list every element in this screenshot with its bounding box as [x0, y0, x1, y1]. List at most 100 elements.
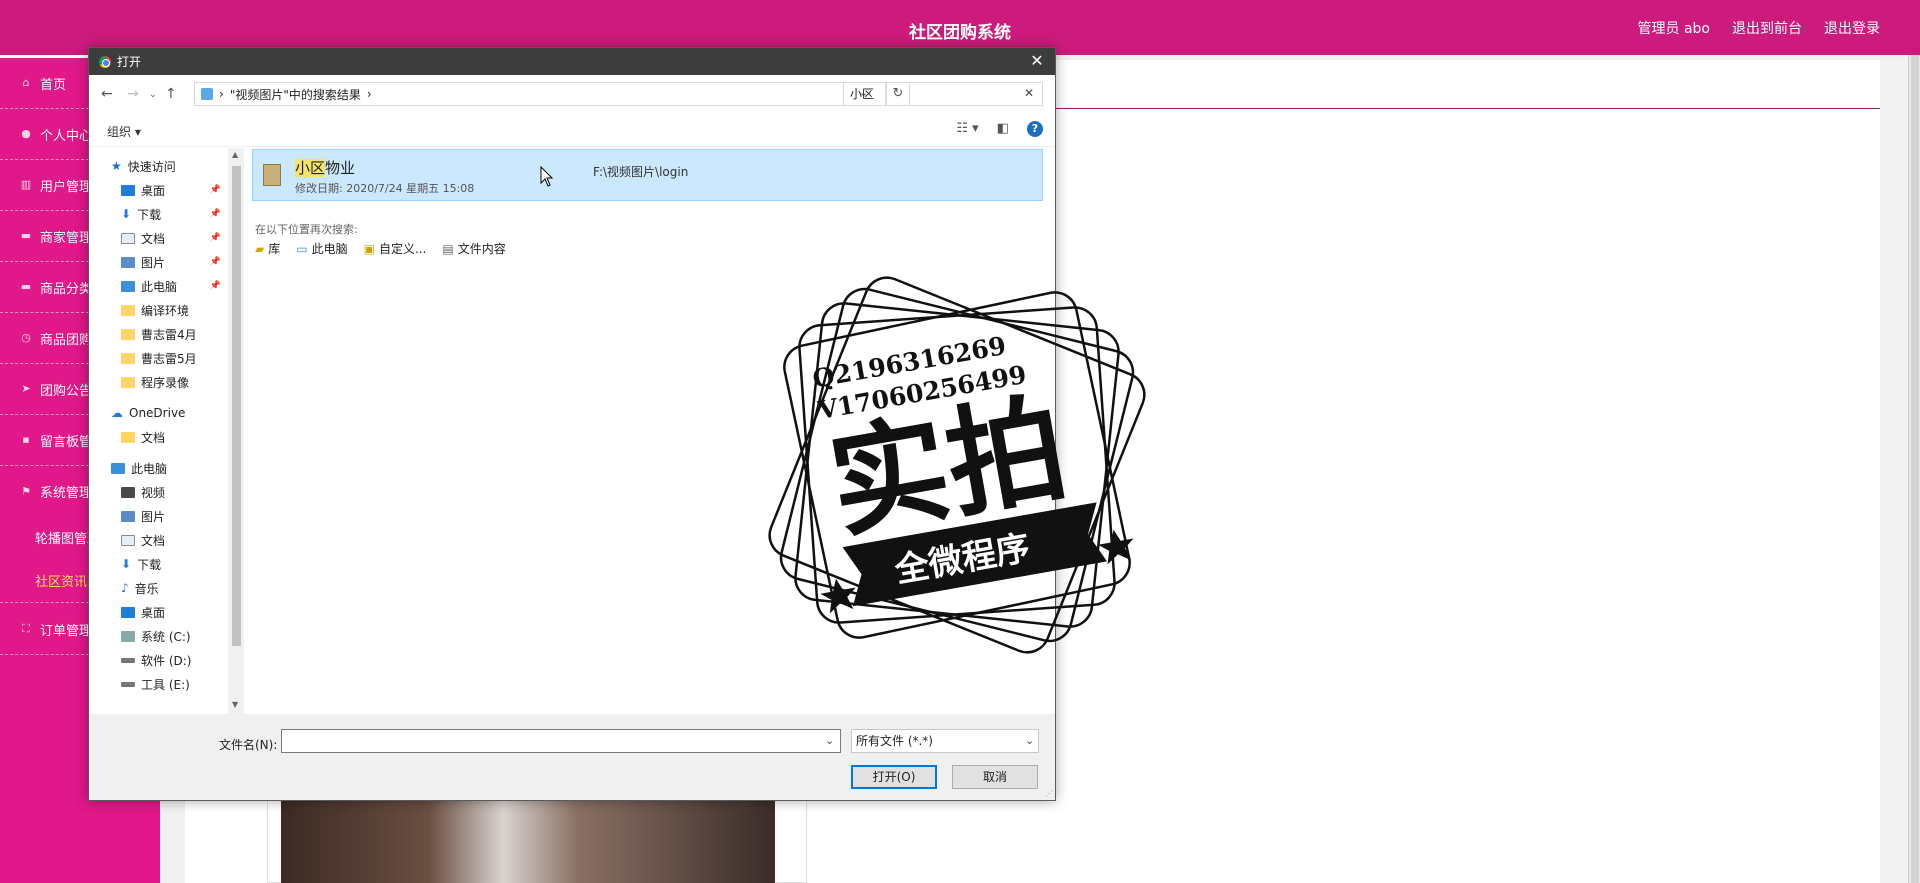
help-icon[interactable]: ? — [1027, 121, 1043, 137]
search-custom-link[interactable]: ▣ 自定义... — [364, 240, 427, 257]
file-item-selected[interactable]: 小区物业 修改日期: 2020/7/24 星期五 15:08 F:\视频图片\l… — [252, 149, 1043, 201]
logout-link[interactable]: 退出登录 — [1824, 18, 1880, 38]
nav-pc-desktop[interactable]: 桌面 — [121, 602, 228, 622]
nav-drive-c[interactable]: 系统 (C:) — [121, 626, 228, 646]
nav-folder[interactable]: 曹志雷4月 — [121, 324, 228, 344]
filename-dropdown-icon[interactable]: ⌄ — [825, 734, 834, 747]
pin-icon: 📌 — [209, 281, 221, 291]
back-arrow-icon[interactable]: ← — [101, 86, 113, 102]
nav-label: 此电脑 — [141, 279, 178, 294]
document-icon — [121, 534, 135, 546]
page-scrollbar-thumb[interactable] — [1911, 55, 1919, 883]
clear-search-icon[interactable]: ✕ — [1024, 86, 1034, 100]
nav-drive-d[interactable]: 软件 (D:) — [121, 650, 228, 670]
nav-label: 下载 — [137, 207, 162, 222]
nav-label: OneDrive — [129, 406, 186, 420]
flag-icon: ⚑ — [21, 484, 31, 498]
search-file-contents-link[interactable]: ▤ 文件内容 — [442, 240, 505, 257]
video-icon — [121, 486, 135, 498]
search-input[interactable]: 小区 — [843, 82, 1043, 106]
nav-onedrive[interactable]: ☁ OneDrive — [111, 403, 228, 423]
filename-input[interactable] — [281, 729, 841, 753]
organize-menu[interactable]: 组织 ▾ — [107, 123, 141, 140]
nav-label: 桌面 — [141, 183, 166, 198]
close-icon[interactable]: ✕ — [1027, 51, 1047, 70]
nav-label: 文档 — [141, 231, 166, 246]
computer-icon — [121, 280, 135, 292]
nav-label: 软件 (D:) — [141, 653, 192, 668]
nav-label: 图片 — [141, 509, 166, 524]
admin-user-link[interactable]: 管理员 abo — [1638, 18, 1710, 38]
view-tools: ☷ ▾ ◧ ? — [956, 121, 1043, 137]
nav-documents[interactable]: 文档 📌 — [121, 228, 228, 248]
nav-label: 编译环境 — [141, 303, 190, 318]
nav-label: 工具 (E:) — [141, 677, 190, 692]
nav-label: 音乐 — [134, 581, 159, 596]
chat-icon: ▪ — [22, 433, 30, 446]
mouse-cursor-icon — [540, 166, 554, 187]
file-path: F:\视频图片\login — [593, 165, 689, 179]
header-links: 管理员 abo 退出到前台 退出登录 — [1638, 18, 1880, 38]
file-contents-icon: ▤ — [442, 241, 454, 256]
computer-icon: ▭ — [296, 241, 308, 256]
back-to-front-link[interactable]: 退出到前台 — [1732, 18, 1802, 38]
filetype-select[interactable]: 所有文件 (*.*) — [851, 729, 1039, 753]
nav-label: 视频 — [141, 485, 166, 500]
page-scrollbar[interactable] — [1908, 55, 1920, 883]
nav-pictures[interactable]: 图片 📌 — [121, 252, 228, 272]
nav-pc-downloads[interactable]: ⬇ 下载 — [121, 554, 228, 574]
nav-label: 曹志雷5月 — [141, 351, 197, 366]
breadcrumb-sep-icon: › — [219, 87, 224, 101]
option-label: 库 — [268, 242, 281, 256]
search-this-pc-link[interactable]: ▭ 此电脑 — [296, 240, 347, 257]
nav-label: 曹志雷4月 — [141, 327, 197, 342]
organize-label: 组织 — [107, 125, 132, 139]
recent-chevron-icon[interactable]: ⌄ — [149, 90, 157, 100]
nav-downloads[interactable]: ⬇ 下载 📌 — [121, 204, 228, 224]
nav-drive-e[interactable]: 工具 (E:) — [121, 674, 228, 694]
cancel-button[interactable]: 取消 — [952, 765, 1038, 789]
sidebar-item-label: 订单管理 — [40, 623, 93, 639]
nav-videos[interactable]: 视频 — [121, 482, 228, 502]
nav-folder[interactable]: 编译环境 — [121, 300, 228, 320]
sidebar-item-label: 系统管理 — [40, 486, 93, 501]
fullscreen-icon: ⛶ — [22, 622, 30, 635]
nav-folder[interactable]: 曹志雷5月 — [121, 348, 228, 368]
nav-this-pc-quick[interactable]: 此电脑 📌 — [121, 276, 228, 296]
nav-pc-pictures[interactable]: 图片 — [121, 506, 228, 526]
resize-grip-icon[interactable]: ⋰ — [1045, 789, 1053, 798]
open-button[interactable]: 打开(O) — [851, 765, 937, 789]
chrome-icon — [99, 55, 111, 68]
nav-music[interactable]: ♪ 音乐 — [121, 578, 228, 598]
nav-this-pc[interactable]: 此电脑 — [111, 458, 228, 478]
view-options-icon[interactable]: ☷ ▾ — [956, 121, 978, 137]
navigation-pane: ★ 快速访问 桌面 📌 ⬇ 下载 📌 文档 📌 图片 📌 此电脑 📌 编译环境 曹志雷4月 曹… — [89, 148, 229, 748]
nav-label: 文档 — [141, 533, 166, 548]
nav-folder[interactable]: 程序录像 — [121, 372, 228, 392]
forward-arrow-icon[interactable]: → — [127, 86, 139, 102]
nav-quick-access[interactable]: ★ 快速访问 — [111, 156, 228, 176]
nav-scrollbar-thumb[interactable] — [232, 166, 241, 646]
nav-onedrive-docs[interactable]: 文档 — [121, 427, 228, 447]
pin-icon: 📌 — [209, 185, 221, 195]
address-bar[interactable]: › "视频图片"中的搜索结果 › — [194, 82, 886, 106]
nav-scrollbar[interactable]: ▲ ▼ — [229, 148, 244, 714]
search-library-link[interactable]: ▰ 库 — [255, 240, 280, 257]
library-icon: ▰ — [255, 241, 265, 256]
desktop-icon — [121, 184, 135, 196]
sidebar-item-label: 商家管理 — [40, 230, 93, 246]
option-label: 文件内容 — [457, 242, 506, 256]
preview-pane-icon[interactable]: ◧ — [997, 121, 1009, 137]
filetype-dropdown-icon[interactable]: ⌄ — [1025, 734, 1034, 747]
scroll-up-icon[interactable]: ▲ — [232, 150, 238, 159]
pictures-icon — [121, 256, 135, 268]
up-arrow-icon[interactable]: ↑ — [165, 86, 177, 102]
file-name: 小区物业 — [295, 157, 355, 178]
scroll-down-icon[interactable]: ▼ — [232, 700, 238, 709]
nav-label: 快速访问 — [127, 159, 176, 174]
nav-desktop[interactable]: 桌面 📌 — [121, 180, 228, 200]
nav-pc-documents[interactable]: 文档 — [121, 530, 228, 550]
nav-label: 文档 — [141, 430, 166, 445]
nav-label: 程序录像 — [141, 375, 190, 390]
folder-icon — [121, 352, 135, 364]
